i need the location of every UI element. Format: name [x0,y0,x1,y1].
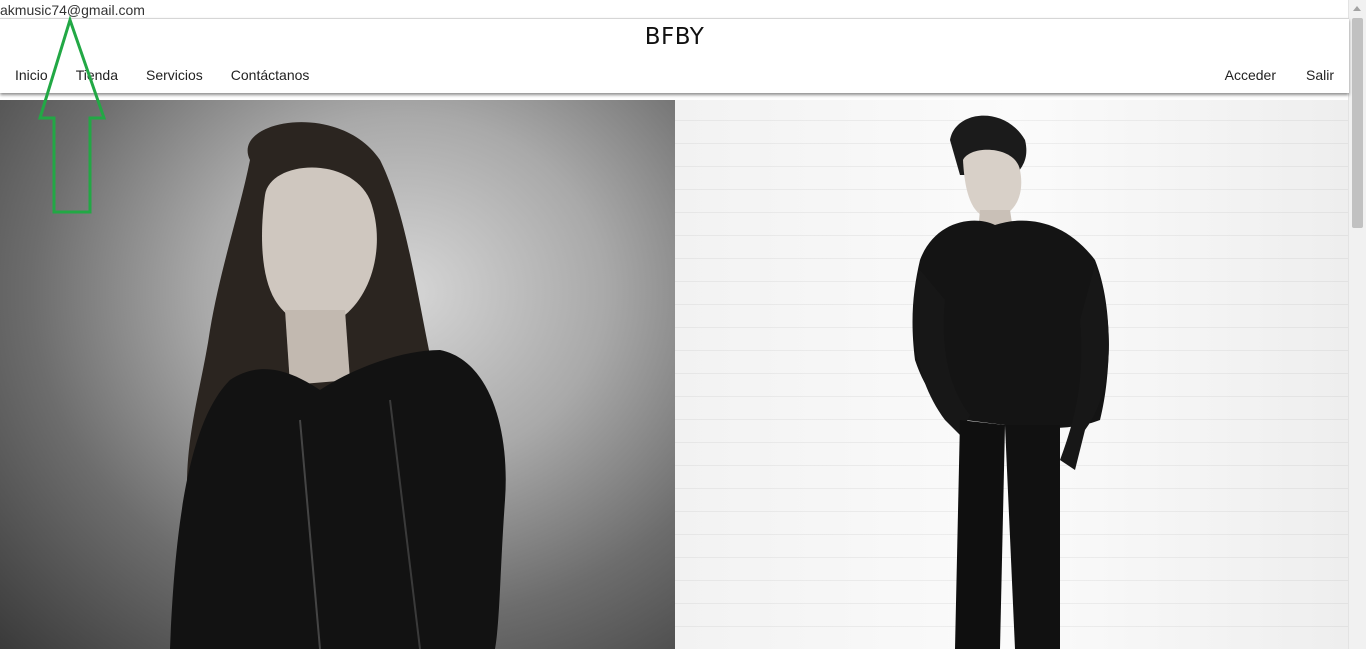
brand-logo[interactable]: BFBY [0,23,1349,51]
nav-contactanos[interactable]: Contáctanos [231,66,310,84]
scrollbar-thumb[interactable] [1352,18,1363,228]
scroll-up-arrow-icon[interactable] [1353,6,1361,11]
vertical-scrollbar[interactable] [1348,0,1366,649]
hero-image-right [675,100,1349,649]
nav-acceder[interactable]: Acceder [1225,66,1276,84]
nav-servicios[interactable]: Servicios [146,66,203,84]
hero-banner [0,100,1349,649]
nav-salir[interactable]: Salir [1306,66,1334,84]
site-header: BFBY Inicio Tienda Servicios Contáctanos… [0,18,1349,93]
annotation-arrow-icon [37,16,107,214]
man-portrait-image [912,115,1109,649]
account-nav: Acceder Salir [1225,66,1334,84]
